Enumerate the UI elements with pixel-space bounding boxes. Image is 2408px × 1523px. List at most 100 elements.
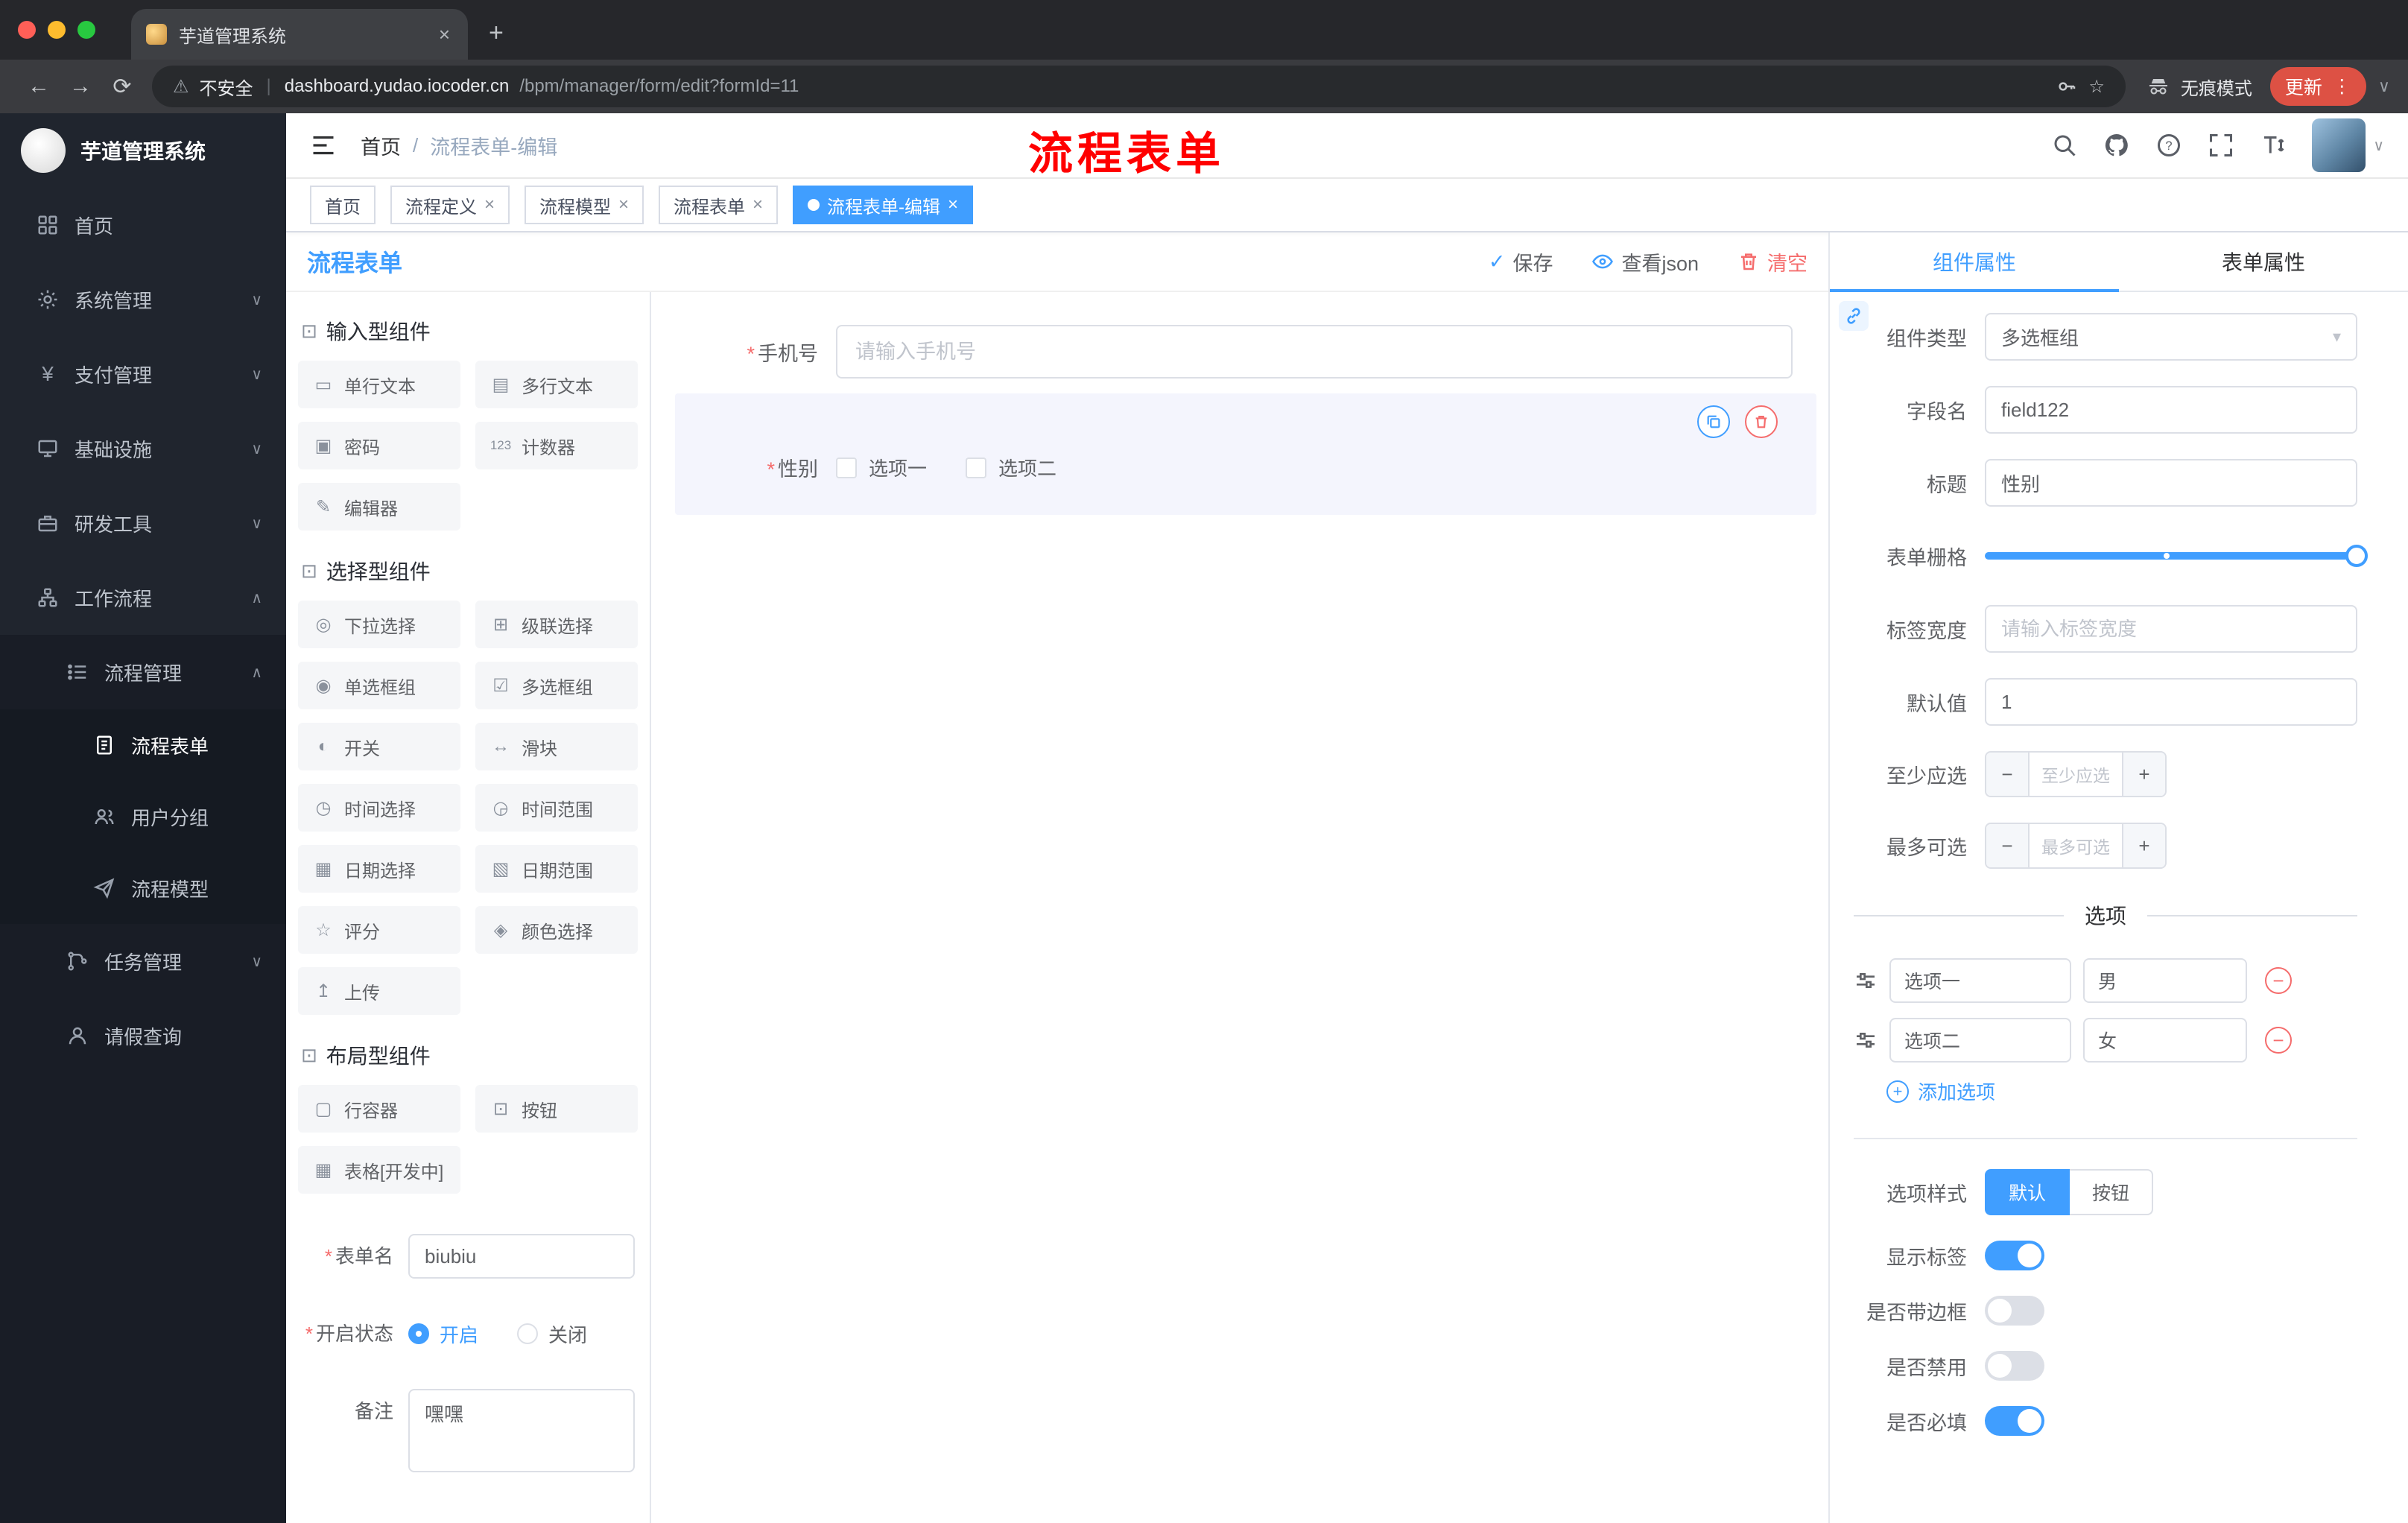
form-remark-textarea[interactable]: 嘿嘿 (408, 1389, 635, 1472)
delete-component-button[interactable] (1745, 405, 1778, 438)
tag-process-definition[interactable]: 流程定义 × (390, 186, 510, 224)
forward-button[interactable]: → (60, 74, 101, 99)
tag-close-icon[interactable]: × (484, 194, 495, 215)
palette-item-row-container[interactable]: ▢ 行容器 (298, 1085, 460, 1133)
slider-track[interactable] (1985, 545, 2368, 567)
toolbar-overflow-chevron-icon[interactable]: ∨ (2378, 77, 2390, 96)
option-value-input[interactable] (2083, 958, 2247, 1003)
status-off-radio[interactable]: 关闭 (517, 1320, 587, 1348)
stepper-increase-button[interactable]: + (2122, 753, 2165, 796)
window-minimize-button[interactable] (48, 21, 66, 39)
browser-tab[interactable]: 芋道管理系统 × (131, 9, 468, 60)
palette-item-checkbox-group[interactable]: ☑ 多选框组 (475, 662, 638, 709)
status-on-radio[interactable]: 开启 (408, 1320, 478, 1348)
new-tab-button[interactable]: + (468, 19, 504, 60)
user-menu[interactable]: ∨ (2312, 118, 2384, 172)
palette-item-time-picker[interactable]: ◷ 时间选择 (298, 784, 460, 832)
palette-item-rate[interactable]: ☆ 评分 (298, 906, 460, 954)
avatar[interactable] (2312, 118, 2366, 172)
sidebar-item-process-form[interactable]: 流程表单 (0, 709, 286, 781)
sidebar-item-leave-query[interactable]: 请假查询 (0, 998, 286, 1073)
tag-process-form-edit[interactable]: 流程表单-编辑 × (793, 186, 974, 224)
disabled-switch[interactable] (1985, 1351, 2044, 1381)
link-icon[interactable] (1839, 301, 1869, 331)
tag-home[interactable]: 首页 (310, 186, 376, 224)
sidebar-collapse-icon[interactable] (310, 132, 337, 159)
sidebar-item-workflow[interactable]: 工作流程 ∧ (0, 560, 286, 635)
palette-item-counter[interactable]: 123 计数器 (475, 422, 638, 469)
add-option-button[interactable]: + 添加选项 (1886, 1077, 2357, 1105)
search-icon[interactable] (2051, 132, 2078, 159)
max-select-value[interactable]: 最多可选 (2030, 824, 2122, 867)
sidebar-item-home[interactable]: 首页 (0, 188, 286, 262)
style-default-button[interactable]: 默认 (1985, 1169, 2070, 1215)
address-bar[interactable]: ⚠ 不安全 | dashboard.yudao.iocoder.cn/bpm/m… (152, 66, 2126, 107)
grid-slider[interactable] (1985, 532, 2368, 580)
drag-handle-icon[interactable] (1854, 1028, 1878, 1052)
title-input[interactable] (1985, 459, 2357, 507)
option-name-input[interactable] (1889, 958, 2071, 1003)
component-type-select[interactable]: 多选框组 ▾ (1985, 313, 2357, 361)
palette-item-password[interactable]: ▣ 密码 (298, 422, 460, 469)
selected-component-block[interactable]: * 性别 选项一 选项二 (675, 393, 1816, 515)
remove-option-button[interactable]: − (2265, 967, 2292, 994)
sidebar-item-infra[interactable]: 基础设施 ∨ (0, 411, 286, 486)
border-switch[interactable] (1985, 1296, 2044, 1326)
required-switch[interactable] (1985, 1406, 2044, 1436)
view-json-button[interactable]: 查看json (1591, 247, 1699, 276)
reload-button[interactable]: ⟳ (101, 74, 143, 100)
palette-item-date-range[interactable]: ▧ 日期范围 (475, 845, 638, 893)
palette-item-table[interactable]: ▦ 表格[开发中] (298, 1146, 460, 1194)
palette-item-color-picker[interactable]: ◈ 颜色选择 (475, 906, 638, 954)
palette-item-single-line-text[interactable]: ▭ 单行文本 (298, 361, 460, 408)
password-key-icon[interactable] (2056, 75, 2078, 98)
palette-item-multi-line-text[interactable]: ▤ 多行文本 (475, 361, 638, 408)
palette-item-slider[interactable]: ↔ 滑块 (475, 723, 638, 770)
sidebar-item-user-groups[interactable]: 用户分组 (0, 781, 286, 852)
palette-item-date-picker[interactable]: ▦ 日期选择 (298, 845, 460, 893)
fullscreen-icon[interactable] (2208, 132, 2234, 159)
palette-item-radio-group[interactable]: ◉ 单选框组 (298, 662, 460, 709)
sidebar-item-system[interactable]: 系统管理 ∨ (0, 262, 286, 337)
gender-field-row[interactable]: * 性别 选项一 选项二 (675, 453, 1793, 482)
bookmark-star-icon[interactable]: ☆ (2088, 76, 2105, 98)
option-value-input[interactable] (2083, 1018, 2247, 1063)
slider-handle[interactable] (2345, 545, 2368, 567)
palette-item-upload[interactable]: ↥ 上传 (298, 967, 460, 1015)
sidebar-item-task-management[interactable]: 任务管理 ∨ (0, 924, 286, 998)
back-button[interactable]: ← (18, 74, 60, 99)
palette-item-cascader[interactable]: ⊞ 级联选择 (475, 601, 638, 648)
save-button[interactable]: ✓ 保存 (1489, 247, 1553, 276)
font-size-icon[interactable] (2260, 132, 2287, 159)
palette-item-dropdown[interactable]: ◎ 下拉选择 (298, 601, 460, 648)
option-name-input[interactable] (1889, 1018, 2071, 1063)
gender-option2-checkbox[interactable]: 选项二 (966, 454, 1056, 481)
browser-menu-kebab-icon[interactable]: ⋮ (2333, 75, 2351, 98)
label-width-input[interactable] (1985, 605, 2357, 653)
palette-item-switch[interactable]: ◐ 开关 (298, 723, 460, 770)
tag-close-icon[interactable]: × (752, 194, 763, 215)
sidebar-item-payment[interactable]: ¥ 支付管理 ∨ (0, 337, 286, 411)
palette-item-editor[interactable]: ✎ 编辑器 (298, 483, 460, 531)
copy-component-button[interactable] (1697, 405, 1730, 438)
help-question-icon[interactable]: ? (2155, 132, 2182, 159)
window-close-button[interactable] (18, 21, 36, 39)
show-label-switch[interactable] (1985, 1241, 2044, 1270)
style-button-button[interactable]: 按钮 (2070, 1169, 2154, 1215)
tab-close-icon[interactable]: × (436, 23, 453, 46)
breadcrumb-home[interactable]: 首页 (361, 131, 401, 160)
window-zoom-button[interactable] (77, 21, 95, 39)
field-name-input[interactable] (1985, 386, 2357, 434)
phone-field-row[interactable]: * 手机号 (675, 325, 1793, 379)
tab-form-props[interactable]: 表单属性 (2119, 232, 2408, 291)
browser-update-button[interactable]: 更新 ⋮ (2269, 67, 2366, 106)
stepper-decrease-button[interactable]: − (1986, 824, 2030, 867)
min-select-value[interactable]: 至少应选 (2030, 753, 2122, 796)
drag-handle-icon[interactable] (1854, 969, 1878, 992)
tag-close-icon[interactable]: × (948, 194, 958, 215)
palette-item-time-range[interactable]: ◶ 时间范围 (475, 784, 638, 832)
default-value-input[interactable] (1985, 678, 2357, 726)
sidebar-item-devtools[interactable]: 研发工具 ∨ (0, 486, 286, 560)
tag-process-model[interactable]: 流程模型 × (525, 186, 644, 224)
gender-option1-checkbox[interactable]: 选项一 (836, 454, 927, 481)
